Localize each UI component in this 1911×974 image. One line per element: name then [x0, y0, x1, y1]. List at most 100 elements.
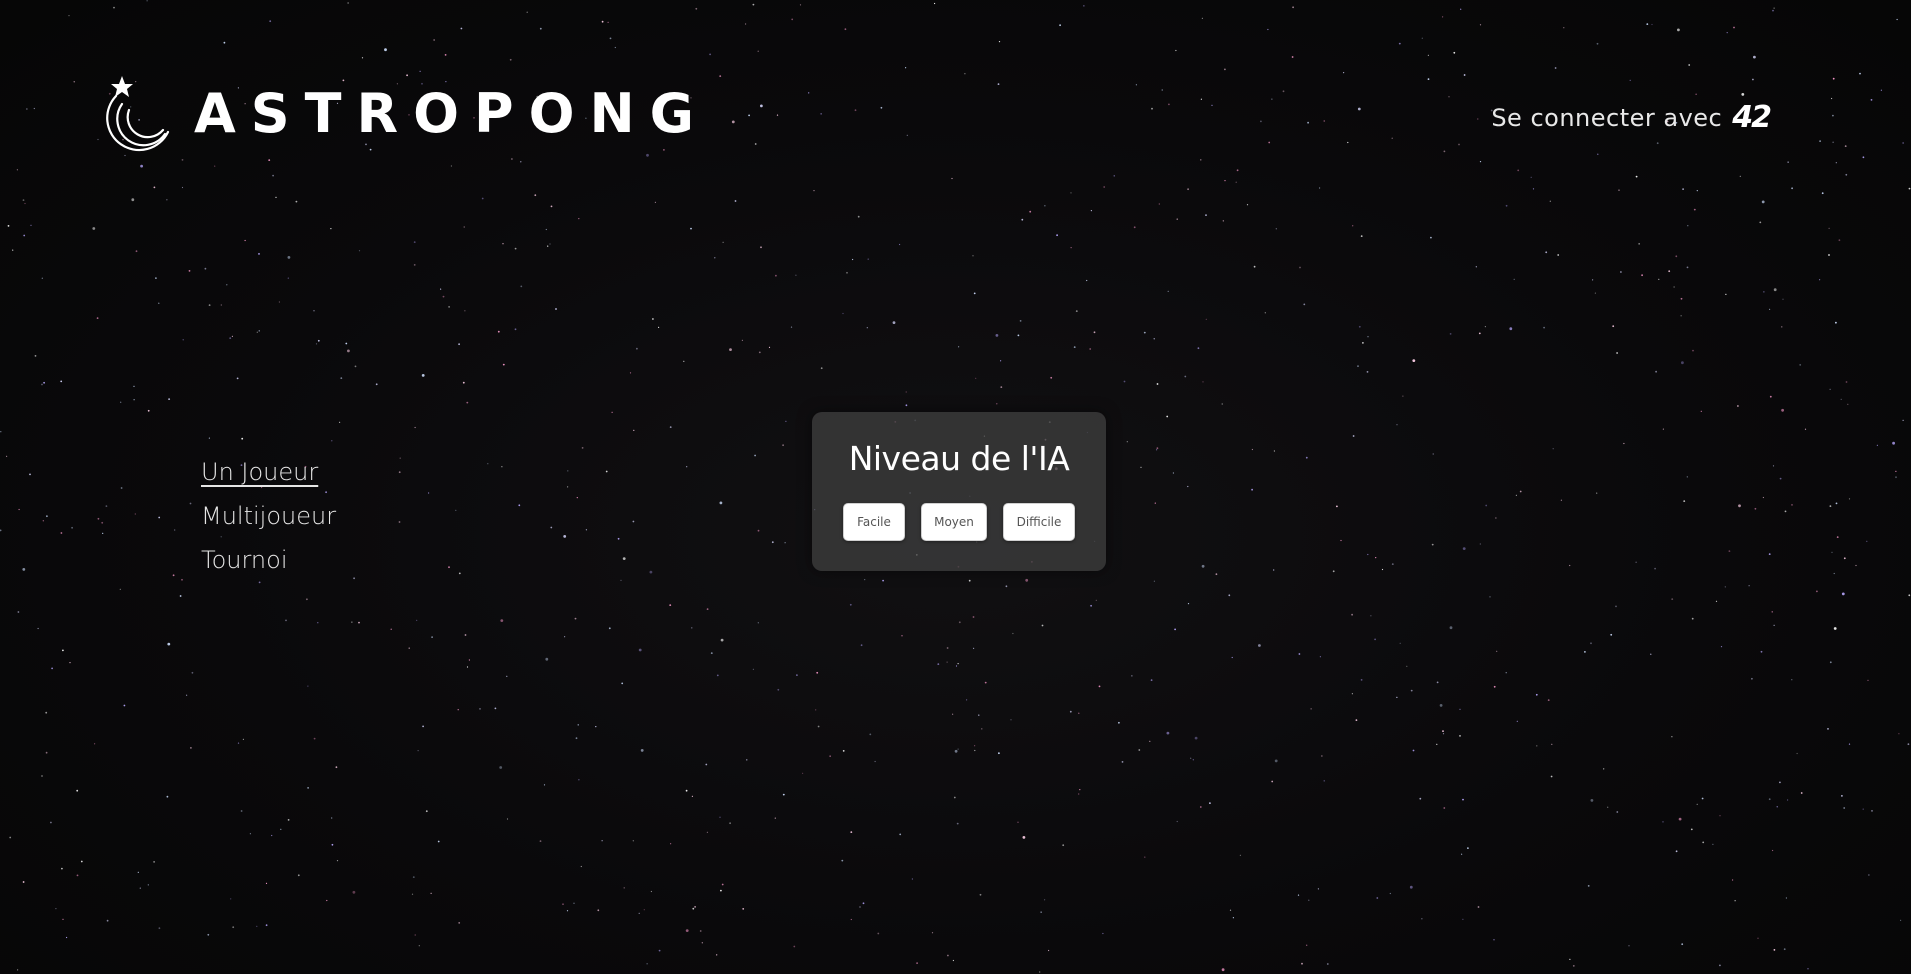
- star: [622, 557, 626, 560]
- star: [500, 619, 504, 622]
- star: [71, 526, 73, 529]
- star: [1197, 347, 1200, 350]
- star: [998, 752, 1000, 755]
- star: [774, 817, 776, 819]
- star: [869, 733, 872, 736]
- star: [137, 871, 139, 873]
- star: [1841, 592, 1845, 596]
- star: [984, 681, 987, 684]
- star: [1200, 98, 1202, 100]
- star: [1062, 844, 1065, 847]
- star: [1773, 288, 1777, 292]
- star: [1832, 77, 1835, 80]
- star: [1103, 186, 1106, 188]
- star: [1821, 192, 1824, 195]
- star: [41, 383, 43, 386]
- star: [458, 922, 461, 924]
- star: [413, 264, 416, 266]
- star: [1734, 900, 1736, 902]
- star: [1201, 17, 1203, 19]
- star: [563, 535, 567, 538]
- star: [849, 603, 852, 606]
- star: [947, 954, 949, 957]
- star: [1175, 49, 1177, 52]
- star: [153, 186, 156, 189]
- star: [464, 310, 466, 312]
- star: [1396, 696, 1398, 699]
- star: [714, 257, 716, 259]
- star: [953, 796, 956, 799]
- star: [1615, 605, 1617, 608]
- hard-button[interactable]: Difficile: [1003, 503, 1075, 541]
- star: [1479, 543, 1481, 545]
- star: [1762, 496, 1764, 499]
- star: [841, 859, 844, 862]
- medium-button[interactable]: Moyen: [921, 503, 987, 541]
- star: [777, 688, 780, 691]
- star: [1867, 679, 1869, 682]
- star: [1493, 685, 1496, 688]
- star: [746, 759, 748, 761]
- star: [92, 227, 96, 230]
- star: [1828, 254, 1830, 256]
- star: [1298, 653, 1301, 655]
- star: [26, 108, 28, 110]
- star: [398, 521, 401, 523]
- star: [1358, 325, 1361, 328]
- star: [1907, 743, 1910, 746]
- star: [1360, 679, 1363, 681]
- star: [934, 2, 936, 5]
- star: [1419, 797, 1422, 800]
- star: [1696, 190, 1698, 192]
- star: [1862, 808, 1864, 810]
- star: [1461, 853, 1463, 855]
- star: [1410, 689, 1413, 692]
- star: [1870, 99, 1873, 101]
- star: [1362, 342, 1364, 344]
- star: [1773, 7, 1775, 9]
- star: [636, 347, 638, 350]
- star: [1840, 398, 1842, 400]
- star: [1641, 274, 1643, 277]
- star: [623, 887, 625, 889]
- star: [979, 893, 982, 896]
- star: [1442, 16, 1444, 18]
- star: [1772, 849, 1774, 852]
- star: [442, 295, 445, 298]
- star: [167, 642, 171, 646]
- star: [844, 28, 847, 31]
- star: [605, 470, 608, 473]
- app-logo[interactable]: ASTROPONG: [102, 74, 709, 154]
- menu-item-tournament[interactable]: Tournoi: [201, 544, 336, 576]
- star: [638, 912, 640, 915]
- star: [158, 516, 161, 519]
- star: [567, 486, 569, 488]
- star: [614, 46, 616, 49]
- star: [1835, 162, 1837, 164]
- star: [1833, 627, 1837, 630]
- star: [1267, 28, 1269, 31]
- menu-item-multiplayer[interactable]: Multijoueur: [201, 500, 336, 532]
- star: [760, 246, 762, 249]
- star: [1673, 286, 1675, 288]
- star: [295, 200, 298, 203]
- star: [399, 457, 401, 459]
- menu-item-single-player[interactable]: Un Joueur: [201, 456, 336, 488]
- star: [1835, 321, 1837, 324]
- login-42-link[interactable]: Se connecter avec 42: [1491, 100, 1772, 135]
- star: [1908, 187, 1911, 190]
- star: [1360, 235, 1363, 238]
- star: [690, 227, 692, 230]
- easy-button[interactable]: Facile: [843, 503, 905, 541]
- star: [643, 909, 645, 911]
- star: [607, 21, 609, 23]
- star: [1900, 919, 1902, 922]
- star: [1596, 42, 1599, 45]
- star: [1221, 403, 1223, 405]
- star: [45, 711, 48, 714]
- star: [720, 638, 724, 642]
- star: [1443, 807, 1446, 809]
- star: [237, 742, 240, 744]
- star: [1306, 944, 1308, 946]
- star: [842, 312, 844, 315]
